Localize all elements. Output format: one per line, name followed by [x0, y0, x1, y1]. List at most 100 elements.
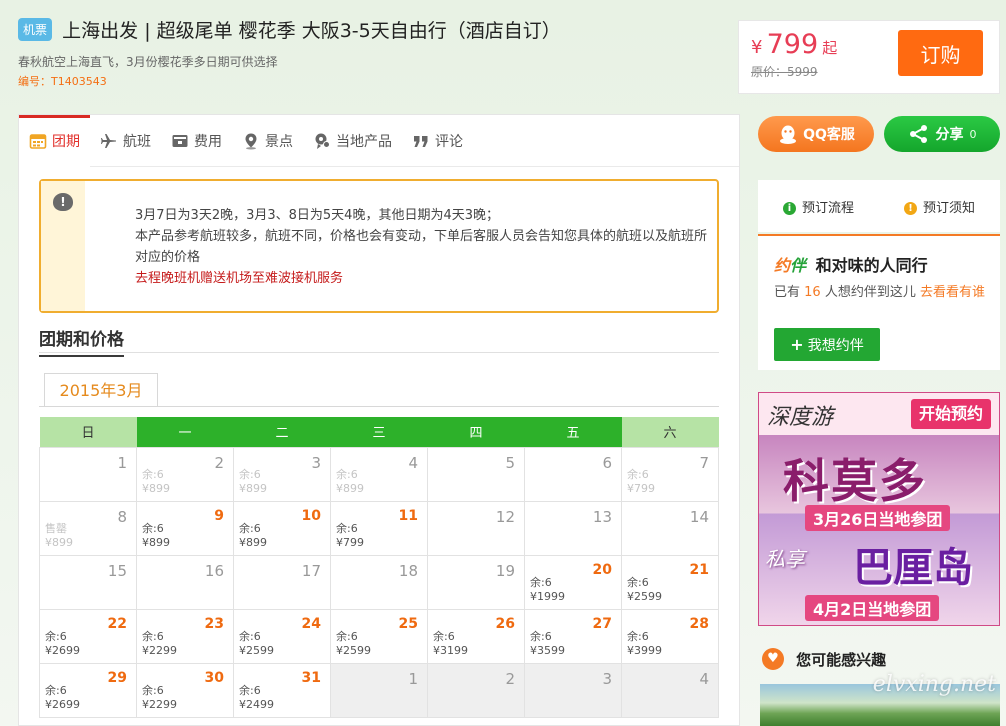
notice-line: 本产品参考航班较多，航班不同，价格也会有变动，下单后客服人员会告知您具体的航班以…: [135, 229, 708, 265]
calendar-day[interactable]: 20 余:6 ¥1999: [524, 554, 622, 610]
calendar-day[interactable]: 25 余:6 ¥2599: [330, 608, 428, 664]
weekday-label: 六: [621, 417, 719, 447]
tab-local-products[interactable]: 当地产品: [303, 115, 402, 167]
tab-label: 航班: [123, 134, 151, 150]
price-box: ¥ 799 起 原价：5999 订购: [738, 20, 1000, 94]
day-price: ¥3999: [627, 643, 662, 657]
calendar-day[interactable]: 27 余:6 ¥3599: [524, 608, 622, 664]
day-number: 15: [107, 561, 127, 580]
companion-link[interactable]: 去看看有谁: [920, 285, 985, 300]
share-icon: [909, 125, 927, 143]
calendar-day[interactable]: 29 余:6 ¥2699: [39, 662, 137, 718]
month-tab[interactable]: 2015年3月: [44, 373, 158, 407]
booking-notice-link[interactable]: ! 预订须知: [903, 197, 975, 216]
day-number: 14: [689, 507, 709, 526]
calendar-day: 5: [427, 446, 525, 502]
calendar-week: 22 余:6 ¥2699 23 余:6 ¥2299 24 余:6 ¥2599 25 余:6 ¥2599…: [39, 608, 719, 664]
ad-destination-2: 巴厘岛: [853, 544, 973, 591]
booking-notice-label: 预订须知: [922, 200, 975, 216]
day-availability: 余:6 ¥2599: [239, 630, 274, 658]
ad-date-1: 3月26日当地参团: [805, 505, 951, 531]
calendar-day[interactable]: 31 余:6 ¥2499: [233, 662, 331, 718]
day-number: 9: [214, 507, 224, 524]
calendar-day[interactable]: 24 余:6 ¥2599: [233, 608, 331, 664]
day-availability: 余:6 ¥799: [627, 468, 655, 496]
price-currency: ¥: [751, 37, 763, 58]
weekday-label: 四: [427, 417, 525, 447]
booking-info-bar: i 预订流程 ! 预订须知: [758, 180, 1000, 232]
calendar-day[interactable]: 26 余:6 ¥3199: [427, 608, 525, 664]
day-number: 17: [301, 561, 321, 580]
product-code: 编号：T1403543: [18, 75, 107, 88]
day-number: 1: [408, 669, 418, 688]
share-button[interactable]: 分享 0: [884, 116, 1000, 152]
weekday-label: 日: [39, 417, 137, 447]
tab-schedule[interactable]: 团期: [19, 115, 90, 167]
day-price: ¥899: [45, 535, 73, 549]
seats-left: 余:6: [239, 629, 261, 643]
calendar-day: 3: [524, 662, 622, 718]
day-number: 25: [398, 615, 418, 632]
calendar-day[interactable]: 22 余:6 ¥2699: [39, 608, 137, 664]
day-availability: 余:6 ¥899: [239, 468, 267, 496]
calendar-day[interactable]: 30 余:6 ¥2299: [136, 662, 234, 718]
calendar-day: 17: [233, 554, 331, 610]
day-price: ¥899: [142, 481, 170, 495]
day-number: 13: [592, 507, 612, 526]
tab-label: 评论: [435, 134, 463, 150]
ad-cta[interactable]: 开始预约: [910, 399, 991, 429]
calendar-day[interactable]: 21 余:6 ¥2599: [621, 554, 719, 610]
day-availability: 售罄 ¥899: [45, 522, 73, 550]
order-button[interactable]: 订购: [898, 30, 983, 76]
day-price: ¥2599: [239, 643, 274, 657]
day-number: 27: [592, 615, 612, 632]
calendar-day: 18: [330, 554, 428, 610]
calendar-day: 19: [427, 554, 525, 610]
day-number: 2: [214, 453, 224, 472]
tab-label: 当地产品: [336, 134, 392, 150]
companion-header: 约伴 和对味的人同行: [774, 252, 928, 276]
seats-left: 余:6: [142, 521, 164, 535]
local-product-icon: [313, 132, 331, 150]
calendar-day[interactable]: 10 余:6 ¥899: [233, 500, 331, 556]
seats-left: 余:6: [433, 629, 455, 643]
tab-costs[interactable]: 费用: [161, 115, 232, 167]
day-number: 24: [301, 615, 321, 632]
calendar-day: 1: [330, 662, 428, 718]
seats-left: 余:6: [45, 683, 67, 697]
price-suffix: 起: [822, 39, 838, 57]
find-companion-button[interactable]: + 我想约伴: [774, 328, 880, 361]
day-price: ¥2299: [142, 643, 177, 657]
seats-left: 余:6: [336, 521, 358, 535]
day-number: 23: [204, 615, 224, 632]
ad-date-2: 4月2日当地参团: [805, 595, 940, 621]
day-number: 1: [117, 453, 127, 472]
day-availability: 余:6 ¥3599: [530, 630, 565, 658]
day-availability: 余:6 ¥2499: [239, 684, 274, 712]
weekday-label: 五: [524, 417, 622, 447]
booking-process-link[interactable]: i 预订流程: [782, 197, 854, 216]
tab-flights[interactable]: 航班: [90, 115, 161, 167]
warning-icon: !: [903, 201, 917, 215]
calendar-day[interactable]: 9 余:6 ¥899: [136, 500, 234, 556]
tab-sights[interactable]: 景点: [232, 115, 303, 167]
companion-panel: 约伴 和对味的人同行 已有 16 人想约伴到这儿 去看看有谁 + 我想约伴: [758, 234, 1000, 370]
promo-banner[interactable]: 深度游 开始预约 科莫多 3月26日当地参团 私享 巴厘岛 4月2日当地参团: [758, 392, 1000, 626]
weekday-label: 三: [330, 417, 428, 447]
weekday-header: 日一二三四五六: [39, 417, 719, 447]
day-number: 19: [495, 561, 515, 580]
tab-comments[interactable]: 评论: [402, 115, 473, 167]
qq-service-button[interactable]: QQ客服: [758, 116, 874, 152]
calendar-day[interactable]: 11 余:6 ¥799: [330, 500, 428, 556]
calendar-day: 8 售罄 ¥899: [39, 500, 137, 556]
day-number: 5: [505, 453, 515, 472]
calendar-day[interactable]: 23 余:6 ¥2299: [136, 608, 234, 664]
calendar-day: 12: [427, 500, 525, 556]
seats-left: 余:6: [239, 521, 261, 535]
tab-label: 景点: [265, 134, 293, 150]
day-number: 21: [689, 561, 709, 578]
product-subtitle: 春秋航空上海直飞，3月份樱花季多日期可供选择: [18, 55, 278, 69]
day-number: 31: [301, 669, 321, 686]
calendar-day[interactable]: 28 余:6 ¥3999: [621, 608, 719, 664]
day-availability: 余:6 ¥2599: [627, 576, 662, 604]
